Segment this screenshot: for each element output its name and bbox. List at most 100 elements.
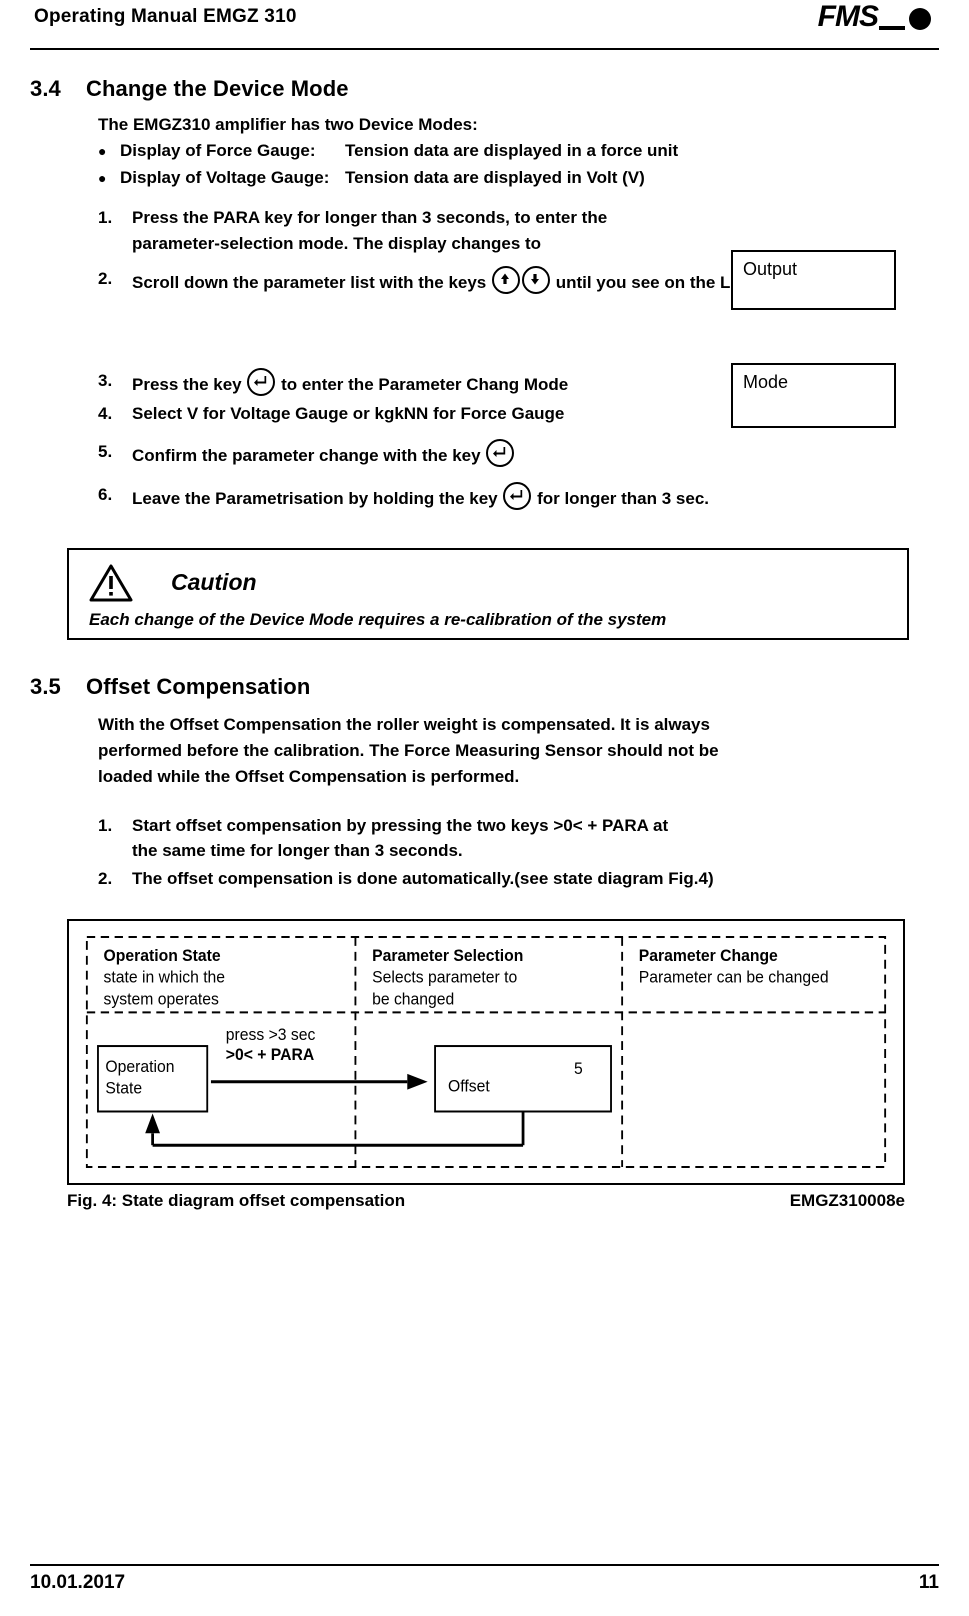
- step-4-force-gauge: Force Gauge: [460, 404, 565, 424]
- logo-underline-bar: [879, 26, 905, 30]
- figure-caption-text: State diagram offset compensation: [117, 1191, 406, 1211]
- step-4-mid: for: [198, 404, 231, 424]
- step-5: 5. Confirm the parameter change with the…: [98, 438, 939, 469]
- step-3-pre: Press the key: [132, 374, 247, 394]
- manual-title: Operating Manual EMGZ 310: [34, 6, 297, 27]
- bullet-voltage-gauge-label: Display of Voltage Gauge:: [120, 167, 330, 187]
- section-number-35: 3.5: [30, 673, 61, 699]
- footer-date: 10.01.2017: [30, 1572, 126, 1593]
- enter-key-icon: [503, 482, 532, 511]
- bullet-force-gauge-label: Display of Force Gauge: [120, 141, 310, 161]
- step-4-v-value: V: [186, 404, 199, 424]
- svg-text:5: 5: [574, 1059, 583, 1078]
- bullet-dot-icon: ●: [98, 143, 107, 160]
- svg-text:>0< + PARA: >0< + PARA: [226, 1046, 315, 1065]
- step-4-kgknn-value: kgkNN: [374, 404, 429, 424]
- svg-text:Parameter Selection: Parameter Selection: [372, 946, 523, 965]
- step-4-pre: Select: [132, 404, 187, 424]
- offset-step-2-marker: 2.: [98, 868, 113, 888]
- svg-text:Selects parameter to: Selects parameter to: [372, 968, 517, 987]
- enter-key-icon: [247, 367, 276, 396]
- lcd-display-mode: Mode: [731, 363, 896, 428]
- offset-step-1-post: at: [648, 815, 669, 835]
- caution-title: Caution: [171, 569, 257, 596]
- step-1-marker: 1.: [98, 208, 113, 228]
- figure-caption: Fig. 4: State diagram offset compensatio…: [67, 1191, 905, 1211]
- bullet-voltage-gauge: ● Display of Voltage Gauge: Tension data…: [98, 165, 939, 191]
- lcd-display-output: Output: [731, 250, 896, 310]
- step-6-post: for longer than 3 sec.: [532, 489, 709, 509]
- svg-text:State: State: [105, 1079, 142, 1098]
- svg-text:Parameter can be changed: Parameter can be changed: [639, 968, 829, 987]
- step-5-marker: 5.: [98, 441, 113, 461]
- step-6-marker: 6.: [98, 485, 113, 505]
- section-heading-34: 3.4 Change the Device Mode: [30, 76, 939, 102]
- logo-dot-icon: [909, 8, 931, 30]
- figure-state-diagram: Operation State state in which the syste…: [67, 919, 905, 1186]
- section-35-paragraph-line1: With the Offset Compensation the roller …: [98, 714, 710, 734]
- svg-text:be changed: be changed: [372, 990, 454, 1009]
- bullet-force-gauge: ● Display of Force Gauge: Tension data a…: [98, 138, 939, 164]
- step-2-pre: Scroll down the parameter list with the …: [132, 273, 491, 293]
- caution-header: Caution: [89, 564, 887, 602]
- arrow-up-key-icon: [491, 266, 520, 295]
- step-2-post: until you see on the LCD: [550, 273, 755, 293]
- caution-box: Caution Each change of the Device Mode r…: [67, 547, 909, 640]
- svg-text:press >3 sec: press >3 sec: [226, 1026, 316, 1045]
- offset-step-2-pre: The offset compensation is done automati…: [132, 868, 669, 888]
- offset-step-2-post: ): [707, 868, 714, 888]
- offset-step-1-line2: the same time for longer than 3 seconds.: [132, 841, 463, 861]
- svg-text:state in which the: state in which the: [104, 968, 226, 987]
- section-35-steps: 1. Start offset compensation by pressing…: [98, 813, 939, 892]
- offset-step-1-pre: Start offset compensation by pressing th…: [132, 815, 554, 835]
- step-4-mid3: for: [428, 404, 461, 424]
- svg-text:Operation State: Operation State: [104, 946, 221, 965]
- page-footer: 10.01.2017 11: [30, 1564, 939, 1594]
- svg-text:Operation: Operation: [105, 1057, 174, 1076]
- step-4-voltage-gauge: Voltage Gauge: [230, 404, 349, 424]
- step-2-marker: 2.: [98, 269, 113, 289]
- state-diagram-svg: Operation State state in which the syste…: [85, 936, 887, 1169]
- fms-logo-text: FMS: [817, 0, 879, 33]
- step-1: 1. Press the PARA key for longer than 3 …: [98, 205, 939, 256]
- fms-logo: FMS: [818, 0, 939, 32]
- bullet-force-gauge-sep: :: [309, 141, 316, 161]
- warning-triangle-icon: [89, 564, 133, 602]
- step-1-pre: Press the: [132, 208, 214, 228]
- footer-page-number: 11: [918, 1572, 939, 1593]
- offset-step-2-figref: Fig.4: [668, 868, 708, 888]
- step-1-line2: parameter-selection mode. The display ch…: [132, 233, 542, 253]
- step-1-para-key: PARA: [213, 208, 260, 228]
- step-3-marker: 3.: [98, 370, 113, 390]
- bullet-dot-icon: ●: [98, 169, 107, 186]
- caution-message: Each change of the Device Mode requires …: [89, 609, 667, 629]
- step-5-pre: Confirm the parameter change with the ke…: [132, 445, 486, 465]
- svg-text:system operates: system operates: [104, 990, 219, 1009]
- arrow-down-key-icon: [521, 266, 550, 295]
- section-heading-35: 3.5 Offset Compensation: [30, 674, 939, 700]
- step-4-marker: 4.: [98, 404, 113, 424]
- step-6: 6. Leave the Parametrisation by holding …: [98, 482, 939, 512]
- step-1-mid: key for longer than 3 seconds, to enter …: [259, 208, 608, 228]
- step-3-post: to enter the Parameter Chang Mode: [276, 374, 569, 394]
- page-header: Operating Manual EMGZ 310 FMS: [30, 0, 939, 50]
- section-35-paragraph-line2: performed before the calibration. The Fo…: [98, 740, 719, 760]
- bullet-voltage-gauge-desc: Tension data are displayed in Volt (V): [345, 167, 645, 187]
- svg-text:Offset: Offset: [448, 1077, 490, 1096]
- offset-step-2: 2. The offset compensation is done autom…: [98, 866, 939, 892]
- offset-step-1: 1. Start offset compensation by pressing…: [98, 813, 939, 864]
- section-34-intro-block: The EMGZ310 amplifier has two Device Mod…: [98, 112, 939, 191]
- document-page: Operating Manual EMGZ 310 FMS 3.4 Change…: [0, 0, 969, 1616]
- offset-step-1-keys: >0< + PARA: [553, 815, 649, 835]
- offset-step-1-marker: 1.: [98, 815, 113, 835]
- section-title-34: Change the Device Mode: [86, 76, 349, 101]
- section-35-paragraph-line3: loaded while the Offset Compensation is …: [98, 767, 520, 787]
- section-title-35: Offset Compensation: [86, 673, 311, 699]
- section-34-intro: The EMGZ310 amplifier has two Device Mod…: [98, 115, 478, 134]
- figure-caption-label: Fig. 4:: [67, 1191, 118, 1211]
- section-number-34: 3.4: [30, 76, 61, 101]
- figure-caption-code: EMGZ310008e: [789, 1191, 905, 1211]
- enter-key-icon: [486, 438, 515, 467]
- svg-text:Parameter Change: Parameter Change: [639, 946, 778, 965]
- bullet-force-gauge-desc: Tension data are displayed in a force un…: [345, 141, 679, 161]
